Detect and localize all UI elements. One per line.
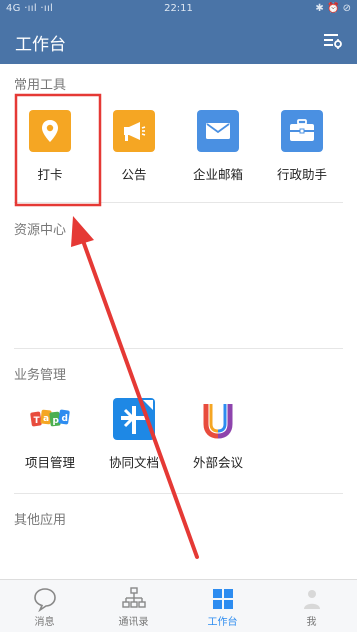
tab-label: 通讯录 <box>118 617 149 628</box>
settings-list-icon[interactable] <box>323 31 343 51</box>
tool-label: 协同文档 <box>108 455 159 470</box>
tool-label: 项目管理 <box>24 455 75 470</box>
tool-admin-assistant[interactable]: 行政助手 <box>262 110 342 183</box>
location-pin-icon <box>29 110 71 152</box>
system-icons: ✱ ⏰ ⊘ <box>315 3 351 14</box>
status-bar: 4G ·ııl ·ııl 22:11 ✱ ⏰ ⊘ <box>0 0 357 18</box>
meeting-logo-icon <box>197 398 239 440</box>
tool-check-in[interactable]: 打卡 <box>10 110 90 183</box>
divider <box>14 202 343 203</box>
tool-announcement[interactable]: 公告 <box>94 110 174 183</box>
docs-logo-icon <box>113 398 155 440</box>
svg-text:a: a <box>43 414 49 424</box>
svg-text:d: d <box>62 414 68 424</box>
page-title: 工作台 <box>15 35 66 55</box>
tool-label: 企业邮箱 <box>192 167 243 182</box>
tab-label: 工作台 <box>207 617 238 628</box>
chat-bubble-icon <box>32 586 58 613</box>
section-title-other: 其他应用 <box>14 513 67 528</box>
mail-icon <box>197 110 239 152</box>
clock: 22:11 <box>164 3 193 14</box>
tab-me[interactable]: 我 <box>267 580 356 632</box>
divider <box>14 493 343 494</box>
tool-label: 公告 <box>121 167 147 182</box>
briefcase-icon <box>281 110 323 152</box>
section-title-business: 业务管理 <box>14 368 67 383</box>
trello-logo-icon: T a p d <box>29 398 71 440</box>
tool-collab-docs[interactable]: 协同文档 <box>94 398 174 471</box>
person-icon <box>299 586 325 612</box>
tool-project-management[interactable]: T a p d 项目管理 <box>10 398 90 471</box>
tab-label: 消息 <box>34 617 55 628</box>
tab-workbench[interactable]: 工作台 <box>178 580 267 632</box>
tool-enterprise-mail[interactable]: 企业邮箱 <box>178 110 258 183</box>
svg-text:T: T <box>34 416 41 426</box>
tool-label: 行政助手 <box>276 167 327 182</box>
section-title-resources: 资源中心 <box>14 223 67 238</box>
tab-contacts[interactable]: 通讯录 <box>89 580 178 632</box>
section-title-common: 常用工具 <box>14 78 67 93</box>
org-chart-icon <box>121 586 147 612</box>
bottom-tab-bar: 消息 通讯录 工作台 我 <box>0 579 357 632</box>
tool-external-meeting[interactable]: 外部会议 <box>178 398 258 471</box>
tool-label: 打卡 <box>37 167 63 182</box>
app-header: 工作台 <box>0 18 357 64</box>
megaphone-icon <box>113 110 155 152</box>
workbench-content: 常用工具 打卡 公告 企业邮箱 行政助手 资源中心 业务管理 T a p d 项… <box>0 64 357 579</box>
tab-messages[interactable]: 消息 <box>0 580 89 632</box>
svg-text:p: p <box>53 416 60 426</box>
grid-icon <box>210 586 236 612</box>
divider <box>14 348 343 349</box>
tab-label: 我 <box>306 617 317 628</box>
tool-label: 外部会议 <box>192 455 243 470</box>
